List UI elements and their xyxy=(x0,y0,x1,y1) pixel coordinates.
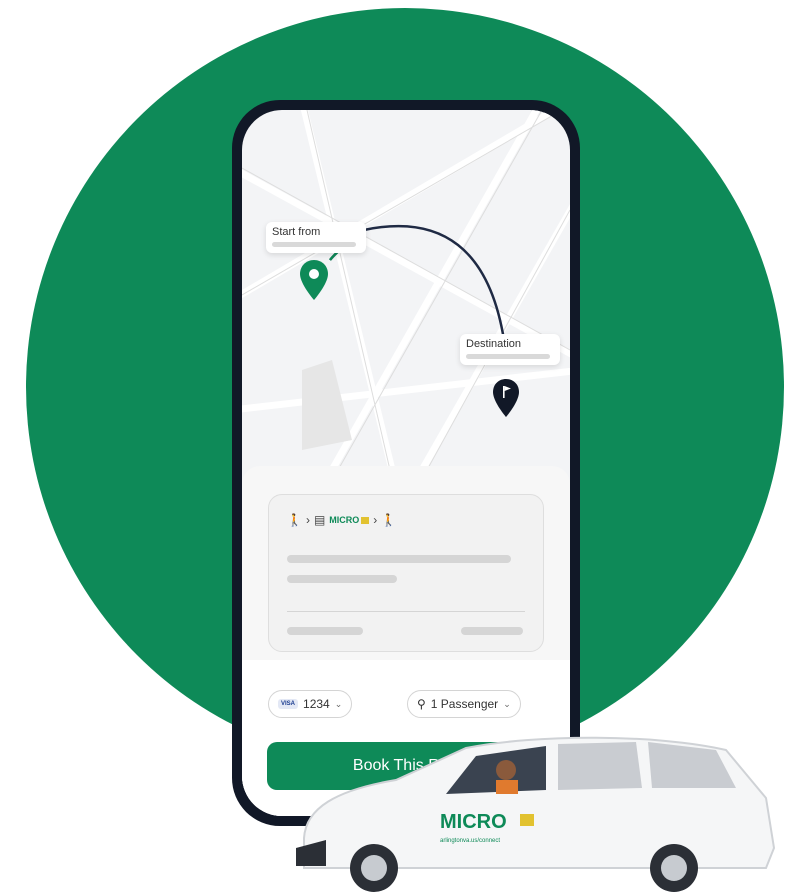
phone-mockup: Start from Destination 🚶 › ▤ MICRO › 🚶 V… xyxy=(232,100,580,826)
placeholder-line xyxy=(287,627,363,635)
van-tagline: arlingtonva.us/connect xyxy=(440,838,500,844)
passenger-count: 1 Passenger xyxy=(430,697,499,711)
card-divider xyxy=(287,611,525,612)
destination-label: Destination xyxy=(466,338,522,350)
chevron-down-icon: ⌄ xyxy=(503,698,511,709)
walk-icon: 🚶 xyxy=(381,513,397,527)
placeholder-line xyxy=(461,627,523,635)
placeholder-line xyxy=(287,555,511,563)
person-icon: ⚲ xyxy=(417,697,426,711)
trip-route: 🚶 › ▤ MICRO › 🚶 xyxy=(287,513,396,527)
start-label: Start from xyxy=(272,226,321,238)
trip-brand: MICRO xyxy=(329,515,370,525)
placeholder-line xyxy=(287,575,397,583)
trip-card[interactable]: 🚶 › ▤ MICRO › 🚶 xyxy=(268,494,544,652)
passenger-selector[interactable]: ⚲ 1 Passenger ⌄ xyxy=(407,690,521,718)
van-brand: MICRO xyxy=(440,811,507,833)
payment-selector[interactable]: VISA 1234 ⌄ xyxy=(268,690,353,718)
chevron-right-icon: › xyxy=(373,513,378,527)
start-pin-icon xyxy=(300,260,328,300)
chevron-down-icon: ⌄ xyxy=(334,698,343,709)
start-label-tag: Start from xyxy=(266,222,366,253)
map-view xyxy=(242,110,570,470)
destination-label-tag: Destination xyxy=(460,334,560,365)
card-brand-icon: VISA xyxy=(278,699,299,709)
chevron-right-icon: › xyxy=(305,513,310,527)
destination-flag-icon xyxy=(493,379,519,417)
card-number: 1234 xyxy=(303,697,330,711)
micro-van-illustration: MICRO arlingtonva.us/connect xyxy=(296,736,776,892)
app-screen: Start from Destination 🚶 › ▤ MICRO › 🚶 V… xyxy=(242,110,570,816)
bus-icon: ▤ xyxy=(313,513,326,527)
walk-icon: 🚶 xyxy=(287,513,302,527)
